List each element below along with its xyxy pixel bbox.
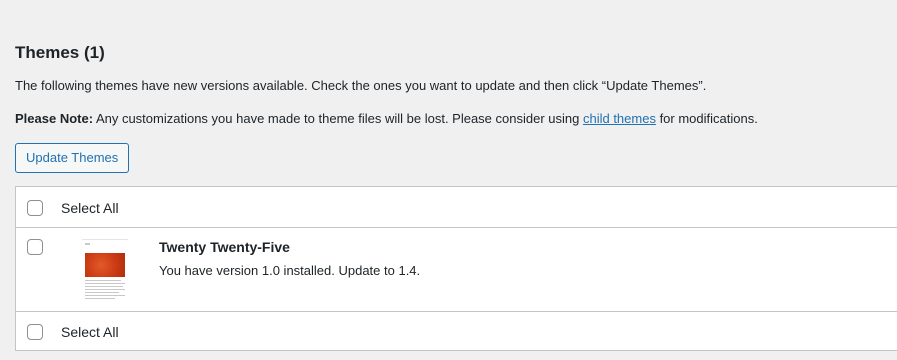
themes-update-section: Themes (1) The following themes have new… bbox=[0, 0, 897, 360]
select-all-checkbox-bottom[interactable] bbox=[27, 324, 43, 340]
select-all-label-top[interactable]: Select All bbox=[61, 198, 119, 218]
please-note: Please Note: Any customizations you have… bbox=[15, 110, 758, 128]
select-all-label-bottom[interactable]: Select All bbox=[61, 322, 119, 342]
section-description: The following themes have new versions a… bbox=[15, 78, 707, 93]
theme-screenshot-image bbox=[82, 238, 128, 302]
child-themes-link[interactable]: child themes bbox=[583, 111, 656, 126]
select-all-row-top: Select All bbox=[16, 187, 897, 228]
theme-checkbox[interactable] bbox=[27, 239, 43, 255]
note-text-before: Any customizations you have made to them… bbox=[93, 111, 583, 126]
update-themes-button[interactable]: Update Themes bbox=[15, 143, 130, 173]
theme-version-status: You have version 1.0 installed. Update t… bbox=[159, 263, 421, 278]
note-text-after: for modifications. bbox=[655, 111, 758, 126]
section-title: Themes (1) bbox=[15, 43, 105, 62]
select-all-checkbox-top[interactable] bbox=[27, 200, 43, 216]
themes-table: Select All Twenty Twenty-Five You have v… bbox=[15, 186, 897, 351]
theme-name: Twenty Twenty-Five bbox=[159, 239, 290, 255]
note-label: Please Note: bbox=[15, 111, 94, 126]
select-all-row-bottom: Select All bbox=[16, 311, 897, 350]
table-row: Twenty Twenty-Five You have version 1.0 … bbox=[16, 228, 897, 311]
